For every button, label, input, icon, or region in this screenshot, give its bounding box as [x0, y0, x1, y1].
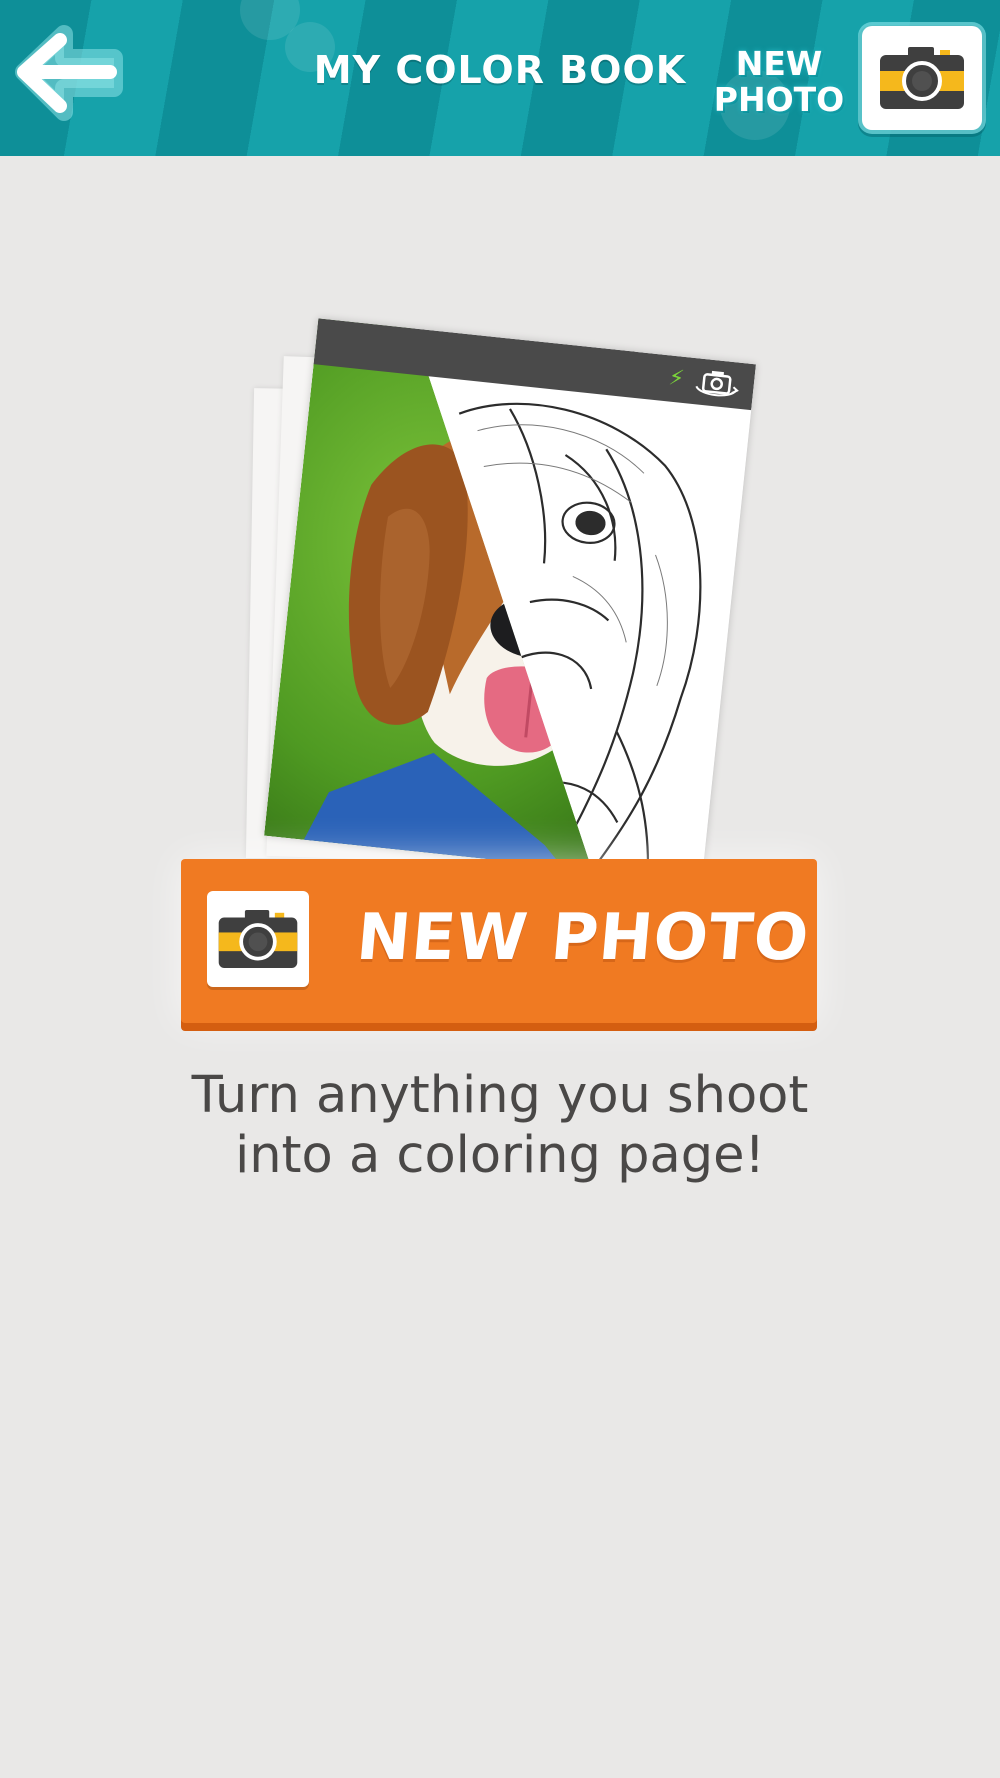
header-camera-button[interactable] [862, 26, 982, 130]
back-arrow-icon [15, 25, 123, 121]
tagline-line2: into a coloring page! [235, 1126, 765, 1185]
new-photo-button[interactable]: NEW PHOTO [181, 859, 817, 1023]
tagline-text: Turn anything you shoot into a coloring … [100, 1066, 900, 1186]
new-photo-label-line1: NEW [735, 44, 823, 83]
beagle-photo-card: ⚡ [264, 318, 756, 882]
bolt-icon: ⚡ [667, 365, 686, 392]
page-title: My Color Book [313, 48, 687, 92]
camera-icon-tile [207, 891, 309, 987]
camera-icon [880, 47, 964, 109]
camera-icon [218, 910, 298, 968]
back-button[interactable] [10, 20, 128, 128]
top-header-bar: My Color Book NEW PHOTO [0, 0, 1000, 156]
new-photo-button-label: NEW PHOTO [353, 901, 813, 975]
switch-camera-icon [695, 370, 739, 397]
app-screen: My Color Book NEW PHOTO [0, 0, 1000, 1778]
new-photo-label-line2: PHOTO [713, 80, 845, 119]
tagline-line1: Turn anything you shoot [191, 1066, 809, 1125]
photo-to-coloring-illustration: ⚡ [230, 318, 790, 882]
new-photo-header-label[interactable]: NEW PHOTO [708, 46, 850, 136]
